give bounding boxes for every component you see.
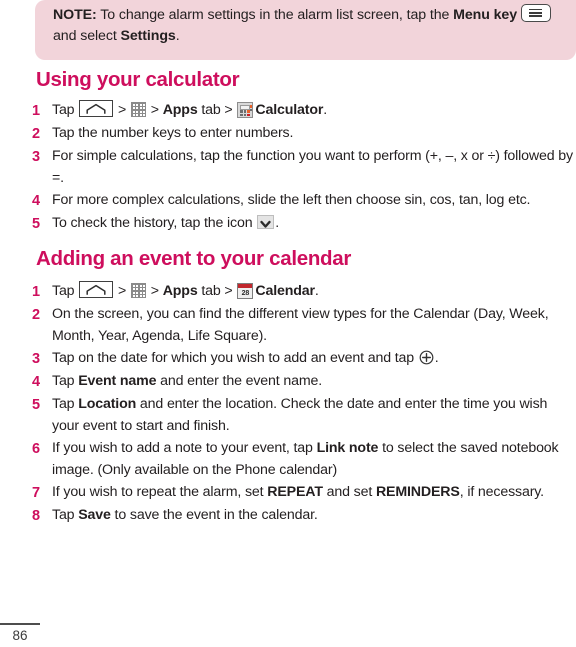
step-item: 3 For simple calculations, tap the functi… [32,146,576,189]
step-text: Tap on the date for which you wish to ad… [52,348,576,370]
step-run: Tap on the date for which you wish to ad… [52,350,418,366]
step-run: Tap [52,102,79,118]
note-callout: NOTE: To change alarm settings in the al… [35,0,576,60]
step-number: 4 [32,192,41,209]
home-key-icon [79,100,114,117]
step-run: . [275,215,280,231]
step-run: For simple calculations, tap the functio… [52,148,573,186]
step-emphasis: Link note [316,440,379,456]
calendar-app-icon: 28 [237,283,254,299]
step-text: If you wish to repeat the alarm, set REP… [52,482,576,504]
note-text-after-menu: and select [53,28,121,44]
step-run: > [114,102,130,118]
step-run: Tap [52,283,79,299]
apps-grid-icon [130,102,146,117]
step-emphasis: Calculator [255,102,324,118]
step-run: . [323,102,328,118]
step-item: 1 Tap > > Apps tab > 28 Calendar. [32,281,576,303]
step-item: 2 Tap the number keys to enter numbers. [32,123,576,145]
step-number: 1 [32,283,41,300]
step-item: 8 Tap Save to save the event in the calen… [32,505,576,527]
page-number: 86 [12,628,28,643]
step-text: On the screen, you can find the differen… [52,304,576,347]
step-run: > [146,283,163,299]
step-item: 2 On the screen, you can find the differe… [32,304,576,347]
step-item: 6 If you wish to add a note to your event… [32,438,576,481]
step-emphasis: Event name [78,373,157,389]
section-heading-calculator: Using your calculator [36,68,240,91]
step-item: 4 Tap Event name and enter the event name… [32,371,576,393]
step-emphasis: Apps [162,102,198,118]
step-list-calculator: 1 Tap > > Apps tab > Calculator. 2 Tap the … [32,100,576,236]
step-run: , if necessary. [459,484,544,500]
step-run: If you wish to repeat the alarm, set [52,484,268,500]
step-text: To check the history, tap the icon . [52,213,576,235]
step-run: > [114,283,130,299]
step-number: 2 [32,306,41,323]
menu-key-icon [520,4,551,22]
step-text: Tap > > Apps tab > 28 Calendar. [52,281,576,303]
step-text: If you wish to add a note to your event,… [52,438,576,481]
step-number: 3 [32,350,41,367]
step-number: 8 [32,507,41,524]
step-text: Tap Location and enter the location. Che… [52,394,576,437]
step-run: For more complex calculations, slide the… [52,192,531,208]
step-item: 7 If you wish to repeat the alarm, set RE… [32,482,576,504]
step-emphasis: REMINDERS [375,484,460,500]
step-run: and enter the event name. [156,373,323,389]
step-run: Tap [52,507,79,523]
step-run: . [434,350,439,366]
step-emphasis: Save [78,507,111,523]
home-key-icon [79,281,114,298]
note-label: NOTE: [53,7,97,23]
step-run: tab > [197,283,237,299]
chevron-down-icon [257,215,275,229]
step-run: Tap [52,373,79,389]
step-number: 5 [32,215,41,232]
step-run: tab > [197,102,237,118]
step-item: 1 Tap > > Apps tab > Calculator. [32,100,576,122]
step-emphasis: Apps [162,283,198,299]
apps-grid-icon [130,283,146,298]
section-heading-calendar: Adding an event to your calendar [36,247,352,270]
calculator-app-icon [237,102,254,118]
step-item: 5 To check the history, tap the icon . [32,213,576,235]
step-item: 5 Tap Location and enter the location. Ch… [32,394,576,437]
note-text: NOTE: To change alarm settings in the al… [53,4,562,47]
step-number: 5 [32,396,41,413]
plus-circle-icon [419,350,434,365]
step-run: . [314,283,319,299]
step-number: 1 [32,102,41,119]
step-number: 4 [32,373,41,390]
step-text: Tap > > Apps tab > Calculator. [52,100,576,122]
footer-divider [0,623,40,625]
step-emphasis: REPEAT [267,484,323,500]
note-text-end: . [175,28,180,44]
step-text: Tap Event name and enter the event name. [52,371,576,393]
step-text: Tap the number keys to enter numbers. [52,123,576,145]
step-number: 2 [32,125,41,142]
step-item: 3 Tap on the date for which you wish to a… [32,348,576,370]
step-number: 7 [32,484,41,501]
step-list-calendar: 1 Tap > > Apps tab > 28 Calendar. 2 On the s… [32,281,576,528]
step-text: For simple calculations, tap the functio… [52,146,576,189]
step-run: Tap the number keys to enter numbers. [52,125,294,141]
step-run: and set [322,484,376,500]
step-run: to save the event in the calendar. [110,507,318,523]
note-settings-label: Settings [120,28,176,44]
step-text: Tap Save to save the event in the calend… [52,505,576,527]
note-text-before-menu: To change alarm settings in the alarm li… [96,7,454,23]
step-number: 3 [32,148,41,165]
step-run: If you wish to add a note to your event,… [52,440,317,456]
step-run: On the screen, you can find the differen… [52,306,549,344]
step-run: To check the history, tap the icon [52,215,257,231]
step-item: 4 For more complex calculations, slide th… [32,190,576,212]
step-run: > [146,102,163,118]
step-emphasis: Location [78,396,137,412]
step-text: For more complex calculations, slide the… [52,190,576,212]
step-number: 6 [32,440,41,457]
step-run: Tap [52,396,79,412]
step-emphasis: Calendar [255,283,315,299]
note-menu-key-label: Menu key [453,7,517,23]
